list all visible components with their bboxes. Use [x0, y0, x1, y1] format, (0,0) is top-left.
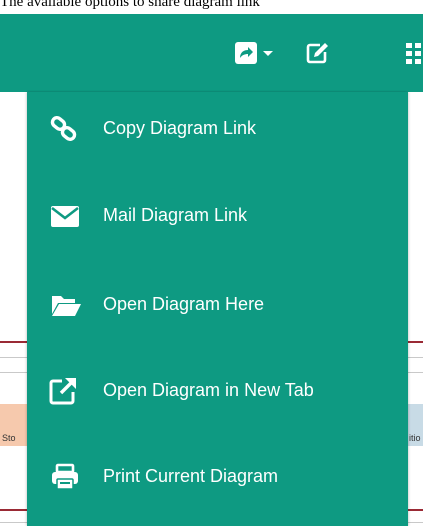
- open-diagram-new-tab-item[interactable]: Open Diagram in New Tab: [27, 362, 408, 422]
- share-dropdown-button[interactable]: [235, 42, 277, 64]
- mail-diagram-link-item[interactable]: Mail Diagram Link: [27, 187, 408, 247]
- edit-square-icon: [306, 43, 328, 64]
- envelope-icon: [51, 206, 79, 227]
- diagram-shape-label: itio: [409, 433, 421, 443]
- menu-item-label: Copy Diagram Link: [103, 118, 257, 138]
- share-square-icon: [235, 42, 257, 64]
- folder-open-icon: [52, 296, 81, 316]
- menu-item-label: Print Current Diagram: [103, 466, 279, 486]
- menu-item-label: Mail Diagram Link: [103, 205, 248, 225]
- copy-diagram-link-item[interactable]: Copy Diagram Link: [27, 100, 408, 160]
- menu-item-label: Open Diagram in New Tab: [103, 380, 314, 400]
- top-toolbar: [0, 14, 423, 92]
- grid-icon: [406, 43, 421, 64]
- diagram-shape-label: Sto: [2, 433, 16, 443]
- open-diagram-here-item[interactable]: Open Diagram Here: [27, 276, 408, 336]
- external-link-icon: [49, 378, 76, 405]
- edit-button[interactable]: [306, 42, 330, 64]
- print-current-diagram-item[interactable]: Print Current Diagram: [27, 448, 408, 508]
- page-caption: The available options to share diagram l…: [0, 0, 260, 10]
- grid-menu-button[interactable]: [406, 42, 423, 64]
- caret-down-icon: [263, 51, 273, 56]
- menu-item-label: Open Diagram Here: [103, 294, 265, 314]
- share-dropdown-menu: Copy Diagram Link Mail Diagram Link Open…: [27, 92, 408, 526]
- print-icon: [52, 463, 78, 490]
- link-icon: [50, 116, 77, 141]
